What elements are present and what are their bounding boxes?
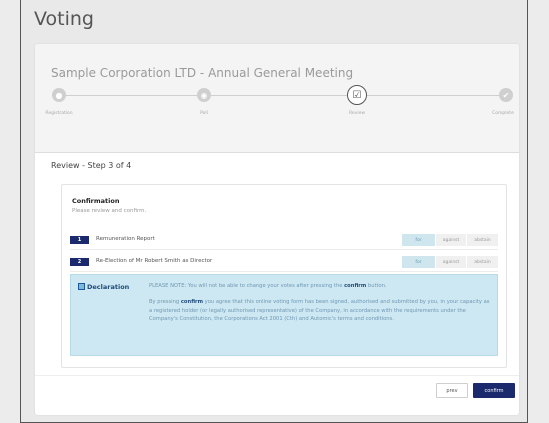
review-step-heading: Review - Step 3 of 4 bbox=[51, 161, 132, 170]
declaration-checkbox-icon[interactable] bbox=[78, 283, 85, 290]
step-connector bbox=[211, 95, 351, 96]
declaration-body-start: By pressing bbox=[149, 299, 181, 305]
step-poll-icon: ◉ bbox=[197, 88, 211, 102]
declaration-note-confirm: confirm bbox=[344, 283, 367, 289]
vote-against-button[interactable]: against bbox=[435, 256, 466, 268]
page-title: Voting bbox=[34, 8, 94, 30]
card-header: Sample Corporation LTD - Annual General … bbox=[35, 44, 519, 153]
declaration-title: Declaration bbox=[87, 283, 130, 291]
step-connector bbox=[59, 95, 197, 96]
step-label-review: Review bbox=[348, 111, 366, 116]
resolution-row: 1 Remuneration Report for against abstai… bbox=[70, 230, 498, 250]
step-connector bbox=[366, 95, 502, 96]
declaration-body: By pressing confirm you agree that this … bbox=[149, 298, 493, 324]
prev-button[interactable]: prev bbox=[436, 383, 468, 398]
vote-for-button[interactable]: for bbox=[401, 234, 435, 246]
declaration-note-end: button. bbox=[366, 283, 387, 289]
step-label-complete: Complete bbox=[492, 111, 514, 116]
voting-card: Sample Corporation LTD - Annual General … bbox=[35, 44, 519, 415]
resolution-number-badge: 1 bbox=[70, 236, 89, 244]
window-frame: Voting Sample Corporation LTD - Annual G… bbox=[20, 0, 528, 423]
step-complete-icon: ✔ bbox=[499, 88, 513, 102]
step-label-registration: Registration bbox=[45, 111, 73, 116]
vote-for-button[interactable]: for bbox=[401, 256, 435, 268]
progress-stepper: ● Registration ◉ Poll ☑ Review ✔ Complet… bbox=[35, 44, 519, 153]
resolution-label: Re-Election of Mr Robert Smith as Direct… bbox=[96, 258, 213, 264]
resolution-label: Remuneration Report bbox=[96, 236, 155, 242]
vote-abstain-button[interactable]: abstain bbox=[466, 256, 498, 268]
step-registration-icon: ● bbox=[52, 88, 66, 102]
resolution-number-badge: 2 bbox=[70, 258, 89, 266]
resolution-row: 2 Re-Election of Mr Robert Smith as Dire… bbox=[70, 252, 498, 272]
declaration-box: Declaration PLEASE NOTE: You will not be… bbox=[70, 274, 498, 356]
step-label-poll: Poll bbox=[200, 111, 208, 116]
vote-options: for against abstain bbox=[401, 234, 498, 246]
declaration-note: PLEASE NOTE: You will not be able to cha… bbox=[149, 283, 493, 291]
declaration-body-confirm: confirm bbox=[180, 299, 203, 305]
vote-options: for against abstain bbox=[401, 256, 498, 268]
footer-divider bbox=[35, 375, 519, 376]
confirmation-subtitle: Please review and confirm. bbox=[72, 208, 147, 214]
step-review-icon: ☑ bbox=[347, 85, 367, 105]
vote-against-button[interactable]: against bbox=[435, 234, 466, 246]
vote-abstain-button[interactable]: abstain bbox=[466, 234, 498, 246]
confirmation-title: Confirmation bbox=[72, 197, 120, 205]
confirm-button[interactable]: confirm bbox=[473, 383, 515, 398]
declaration-note-text: PLEASE NOTE: You will not be able to cha… bbox=[149, 283, 345, 289]
confirmation-panel: Confirmation Please review and confirm. … bbox=[61, 184, 507, 368]
